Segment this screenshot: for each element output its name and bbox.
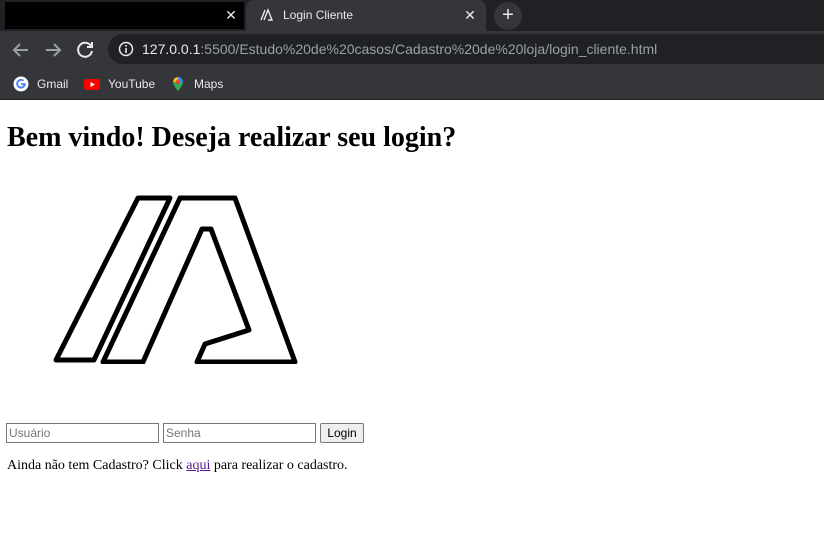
info-icon[interactable] bbox=[118, 41, 134, 57]
tab-login-cliente[interactable]: Login Cliente ✕ bbox=[246, 0, 486, 31]
new-tab-button[interactable]: + bbox=[494, 2, 522, 30]
page-content: Bem vindo! Deseja realizar seu login? Lo… bbox=[0, 101, 824, 558]
google-icon bbox=[13, 76, 29, 92]
logo-icon bbox=[53, 195, 298, 364]
bookmark-label: YouTube bbox=[108, 77, 156, 91]
youtube-icon bbox=[84, 79, 100, 90]
reload-icon bbox=[77, 41, 93, 58]
bookmark-maps[interactable]: Maps bbox=[170, 74, 223, 94]
arrow-left-icon bbox=[12, 43, 28, 57]
signup-text-after: para realizar o cadastro. bbox=[210, 458, 348, 473]
username-input[interactable] bbox=[6, 423, 159, 443]
url-text[interactable]: 127.0.0.1:5500/Estudo%20de%20casos/Cadas… bbox=[142, 41, 657, 57]
bookmark-label: Gmail bbox=[37, 77, 69, 91]
tab-redacted[interactable] bbox=[5, 2, 244, 29]
bookmark-label: Maps bbox=[194, 77, 224, 91]
browser-tabstrip: ✕ Login Cliente ✕ + bbox=[0, 0, 824, 31]
bookmark-gmail[interactable]: Gmail bbox=[13, 74, 68, 94]
forward-button[interactable] bbox=[40, 37, 66, 63]
signup-text-before: Ainda não tem Cadastro? Click bbox=[7, 458, 187, 473]
arrow-right-icon bbox=[46, 43, 62, 57]
close-icon[interactable]: ✕ bbox=[223, 7, 239, 23]
login-button[interactable]: Login bbox=[320, 423, 364, 443]
tab-title: Login Cliente bbox=[283, 8, 354, 22]
signup-link[interactable]: aqui bbox=[186, 458, 210, 473]
bookmarks-bar: Gmail YouTube Maps bbox=[0, 68, 824, 100]
reload-button[interactable] bbox=[72, 37, 98, 63]
back-button[interactable] bbox=[8, 37, 34, 63]
bookmark-youtube[interactable]: YouTube bbox=[84, 74, 155, 94]
close-icon[interactable]: ✕ bbox=[462, 7, 478, 23]
page-title: Bem vindo! Deseja realizar seu login? bbox=[7, 122, 457, 153]
address-bar[interactable]: 127.0.0.1:5500/Estudo%20de%20casos/Cadas… bbox=[108, 34, 824, 64]
signup-prompt: Ainda não tem Cadastro? Click aqui para … bbox=[7, 458, 348, 474]
password-input[interactable] bbox=[163, 423, 316, 443]
maps-pin-icon bbox=[173, 77, 183, 91]
browser-toolbar: 127.0.0.1:5500/Estudo%20de%20casos/Cadas… bbox=[0, 31, 824, 68]
logo-favicon-icon bbox=[260, 8, 274, 21]
url-path: :5500/Estudo%20de%20casos/Cadastro%20de%… bbox=[200, 41, 658, 57]
url-host: 127.0.0.1 bbox=[142, 41, 201, 57]
